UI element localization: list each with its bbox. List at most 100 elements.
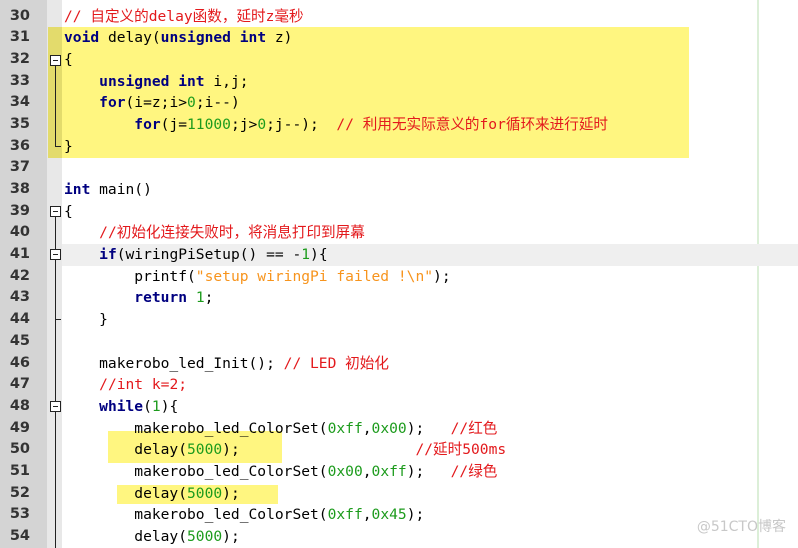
code-text: { (64, 49, 73, 71)
code-token: ( (143, 397, 152, 415)
line-number: 51 (9, 462, 30, 479)
comment-token: //int k=2; (99, 376, 188, 394)
number-token: 0 (257, 115, 267, 133)
code-token: ; (204, 289, 214, 307)
code-token: ;j> (230, 115, 258, 133)
code-token: { (64, 50, 73, 68)
number-token: 0 (187, 94, 196, 112)
keyword-token: void (64, 29, 100, 47)
line-number: 53 (9, 506, 30, 523)
number-token: 1 (195, 289, 205, 307)
comment-token: //延时500ms (415, 441, 507, 459)
code-text: makerobo_led_ColorSet(0xff,0x00); //红色 (64, 418, 497, 440)
watermark: @51CTO博客 (696, 519, 786, 535)
line-number: 35 (9, 115, 30, 132)
code-line[interactable]: 42 printf("setup wiringPi failed !\n"); (0, 266, 798, 288)
number-token: 5000 (187, 528, 223, 545)
code-text: int main() (64, 179, 152, 201)
number-token: 0x00 (371, 419, 407, 437)
fold-toggle-icon[interactable] (50, 249, 61, 260)
code-line[interactable]: 53 makerobo_led_ColorSet(0xff,0x45); (0, 504, 798, 526)
code-text: for(j=11000;j>0;j--); // 利用无实际意义的for循环来进… (64, 114, 608, 136)
code-text: delay(5000); //延时500ms (64, 439, 506, 461)
string-token: "setup wiringPi failed !\n" (195, 267, 434, 285)
line-number: 42 (9, 267, 30, 284)
fold-end-marker (55, 319, 61, 320)
line-number: 38 (9, 181, 30, 197)
code-line[interactable]: 49 makerobo_led_ColorSet(0xff,0x00); //红… (0, 418, 798, 440)
line-number: 30 (9, 7, 30, 24)
code-line[interactable]: 54 delay(5000); (0, 526, 798, 548)
code-text: delay(5000); (64, 483, 239, 505)
number-token: 0xff (327, 506, 363, 524)
number-token: 5000 (187, 484, 223, 502)
code-line[interactable]: 33 unsigned int i,j; (0, 71, 798, 93)
line-number: 31 (9, 29, 30, 46)
keyword-token: return (134, 289, 188, 307)
fold-toggle-icon[interactable] (50, 55, 61, 66)
code-line[interactable]: 48 while(1){ (0, 396, 798, 418)
code-line[interactable]: 31 void delay(unsigned int z) (0, 27, 798, 49)
code-line[interactable]: 39 { (0, 201, 798, 223)
code-line[interactable]: 51 makerobo_led_ColorSet(0x00,0xff); //绿… (0, 461, 798, 483)
code-line[interactable]: 43 return 1; (0, 287, 798, 309)
code-text: unsigned int i,j; (64, 71, 248, 93)
code-token: printf( (64, 267, 196, 285)
keyword-token: unsigned int (99, 72, 205, 90)
comment-token: //初始化连接失败时，将消息打印到屏幕 (99, 224, 365, 242)
code-token: ){ (160, 397, 179, 415)
number-token: 0xff (327, 419, 363, 437)
code-line[interactable]: 45 (0, 331, 798, 353)
comment-token: // LED 初始化 (283, 354, 389, 372)
number-token: 1 (301, 246, 311, 264)
code-line[interactable]: 44 } (0, 309, 798, 331)
code-line[interactable]: 35 for(j=11000;j>0;j--); // 利用无实际意义的for循… (0, 114, 798, 136)
line-number: 41 (9, 246, 30, 263)
keyword-token: unsigned int (160, 29, 267, 47)
code-token: delay( (64, 441, 188, 459)
code-editor[interactable]: 30 // 自定义的delay函数，延时z毫秒 31 void delay( unsig… (0, 6, 798, 548)
code-line[interactable]: 46 makerobo_led_Init(); // LED 初始化 (0, 353, 798, 375)
code-line[interactable]: 37 (0, 157, 798, 179)
code-text: while(1){ (64, 396, 178, 418)
code-line[interactable]: 52 delay(5000); (0, 483, 798, 505)
fold-toggle-icon[interactable] (50, 401, 61, 412)
code-line[interactable]: 40 //初始化连接失败时，将消息打印到屏幕 (0, 222, 798, 244)
code-token: (j= (160, 115, 188, 133)
code-text: return 1; (64, 287, 213, 309)
code-token: ){ (310, 246, 328, 264)
code-line[interactable]: 41 if(wiringPiSetup() == -1){ (0, 244, 798, 266)
code-line[interactable]: 32 { (0, 49, 798, 71)
line-number: 32 (9, 50, 30, 67)
comment-token: // 利用无实际意义的for循环来进行延时 (336, 115, 609, 133)
line-number: 33 (9, 72, 30, 89)
code-token: ); (222, 528, 240, 545)
line-number: 37 (9, 159, 30, 176)
code-line[interactable]: 36} (0, 136, 798, 158)
code-token: } (64, 137, 73, 155)
code-line[interactable]: 34 for(i=z;i>0;i--) (0, 92, 798, 114)
code-line[interactable]: 30 // 自定义的delay函数，延时z毫秒 (0, 6, 798, 28)
keyword-token: for (134, 115, 161, 133)
code-line[interactable]: 50 delay(5000); //延时500ms (0, 439, 798, 461)
line-number: 44 (9, 311, 30, 328)
code-text: printf("setup wiringPi failed !\n"); (64, 266, 450, 288)
code-line[interactable]: 38 int main() (0, 179, 798, 201)
code-line[interactable]: 47 //int k=2; (0, 374, 798, 396)
code-token: ); (406, 419, 451, 437)
line-number: 43 (9, 289, 30, 306)
fold-toggle-icon[interactable] (50, 206, 61, 217)
code-text: makerobo_led_Init(); // LED 初始化 (64, 353, 389, 375)
number-token: 0x00 (327, 462, 363, 480)
number-token: 0x45 (371, 506, 407, 524)
code-token: makerobo_led_Init(); (64, 354, 284, 372)
code-token: , (362, 419, 372, 437)
comment-token: // 自定义的delay函数，延时z毫秒 (64, 7, 304, 25)
comment-token: //绿色 (450, 462, 498, 480)
keyword-token: for (99, 94, 126, 112)
code-token: ); (406, 462, 451, 480)
